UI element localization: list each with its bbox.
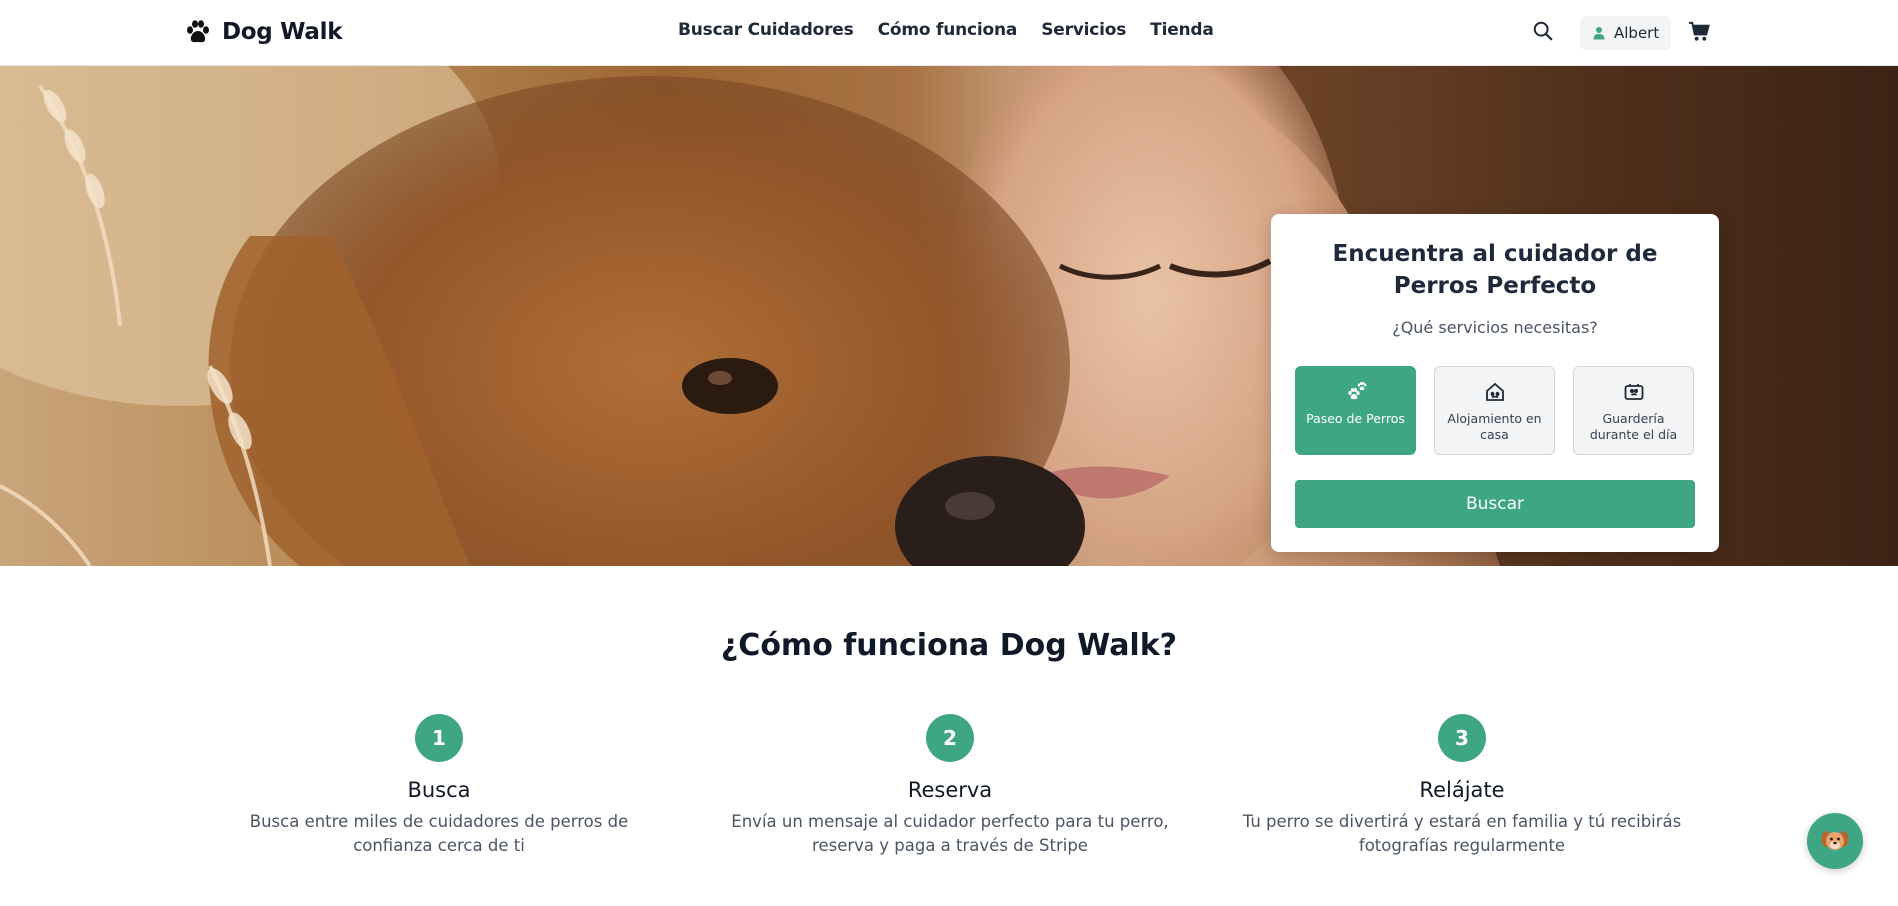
step-title: Reserva xyxy=(907,778,993,802)
step-description: Envía un mensaje al cuidador perfecto pa… xyxy=(731,812,1169,855)
nav-buscar-cuidadores[interactable]: Buscar Cuidadores xyxy=(678,20,854,40)
house-icon xyxy=(1484,381,1506,411)
step-description: Busca entre miles de cuidadores de perro… xyxy=(249,812,629,855)
service-option-guarderia[interactable]: Guardería durante el día xyxy=(1573,366,1694,455)
step-busca: 1 Busca Busca entre miles de cuidadores … xyxy=(209,714,669,858)
service-option-alojamiento[interactable]: Alojamiento en casa xyxy=(1434,366,1555,455)
search-icon[interactable] xyxy=(1532,20,1556,44)
step-title: Relájate xyxy=(1419,778,1505,802)
top-navbar: Dog Walk Buscar Cuidadores Cómo funciona… xyxy=(0,0,1898,66)
step-number: 2 xyxy=(926,714,974,762)
service-label: Guardería durante el día xyxy=(1589,411,1678,442)
brand-name: Dog Walk xyxy=(222,19,343,45)
step-reserva: 2 Reserva Envía un mensaje al cuidador p… xyxy=(720,714,1180,858)
user-name: Albert xyxy=(1614,24,1660,42)
nav-como-funciona[interactable]: Cómo funciona xyxy=(878,20,1018,40)
search-card-subtitle: ¿Qué servicios necesitas? xyxy=(1392,318,1598,337)
user-icon xyxy=(1592,26,1606,40)
hero-banner: Encuentra al cuidador de Perros Perfecto… xyxy=(0,66,1898,566)
chat-button[interactable] xyxy=(1807,813,1863,869)
step-description: Tu perro se divertirá y estará en famili… xyxy=(1242,812,1682,855)
daycare-icon xyxy=(1623,381,1645,411)
search-button[interactable]: Buscar xyxy=(1295,480,1695,528)
brand-logo[interactable]: Dog Walk xyxy=(184,18,343,46)
step-number: 3 xyxy=(1438,714,1486,762)
service-label: Alojamiento en casa xyxy=(1447,411,1542,442)
how-it-works-title: ¿Cómo funciona Dog Walk? xyxy=(720,628,1178,663)
service-option-paseo[interactable]: Paseo de Perros xyxy=(1295,366,1416,455)
nav-servicios[interactable]: Servicios xyxy=(1041,20,1126,40)
search-card-title: Encuentra al cuidador de Perros Perfecto xyxy=(1332,241,1658,299)
step-relajate: 3 Relájate Tu perro se divertirá y estar… xyxy=(1232,714,1692,858)
dog-face-icon xyxy=(1820,826,1850,856)
paw-icon xyxy=(184,18,212,46)
main-nav: Buscar Cuidadores Cómo funciona Servicio… xyxy=(678,20,1214,40)
step-title: Busca xyxy=(407,778,471,802)
paws-icon xyxy=(1345,381,1367,411)
nav-tienda[interactable]: Tienda xyxy=(1150,20,1214,40)
service-label: Paseo de Perros xyxy=(1306,411,1405,426)
step-number: 1 xyxy=(415,714,463,762)
user-menu-button[interactable]: Albert xyxy=(1580,16,1672,50)
cart-icon[interactable] xyxy=(1688,20,1712,44)
search-card: Encuentra al cuidador de Perros Perfecto… xyxy=(1271,214,1719,552)
